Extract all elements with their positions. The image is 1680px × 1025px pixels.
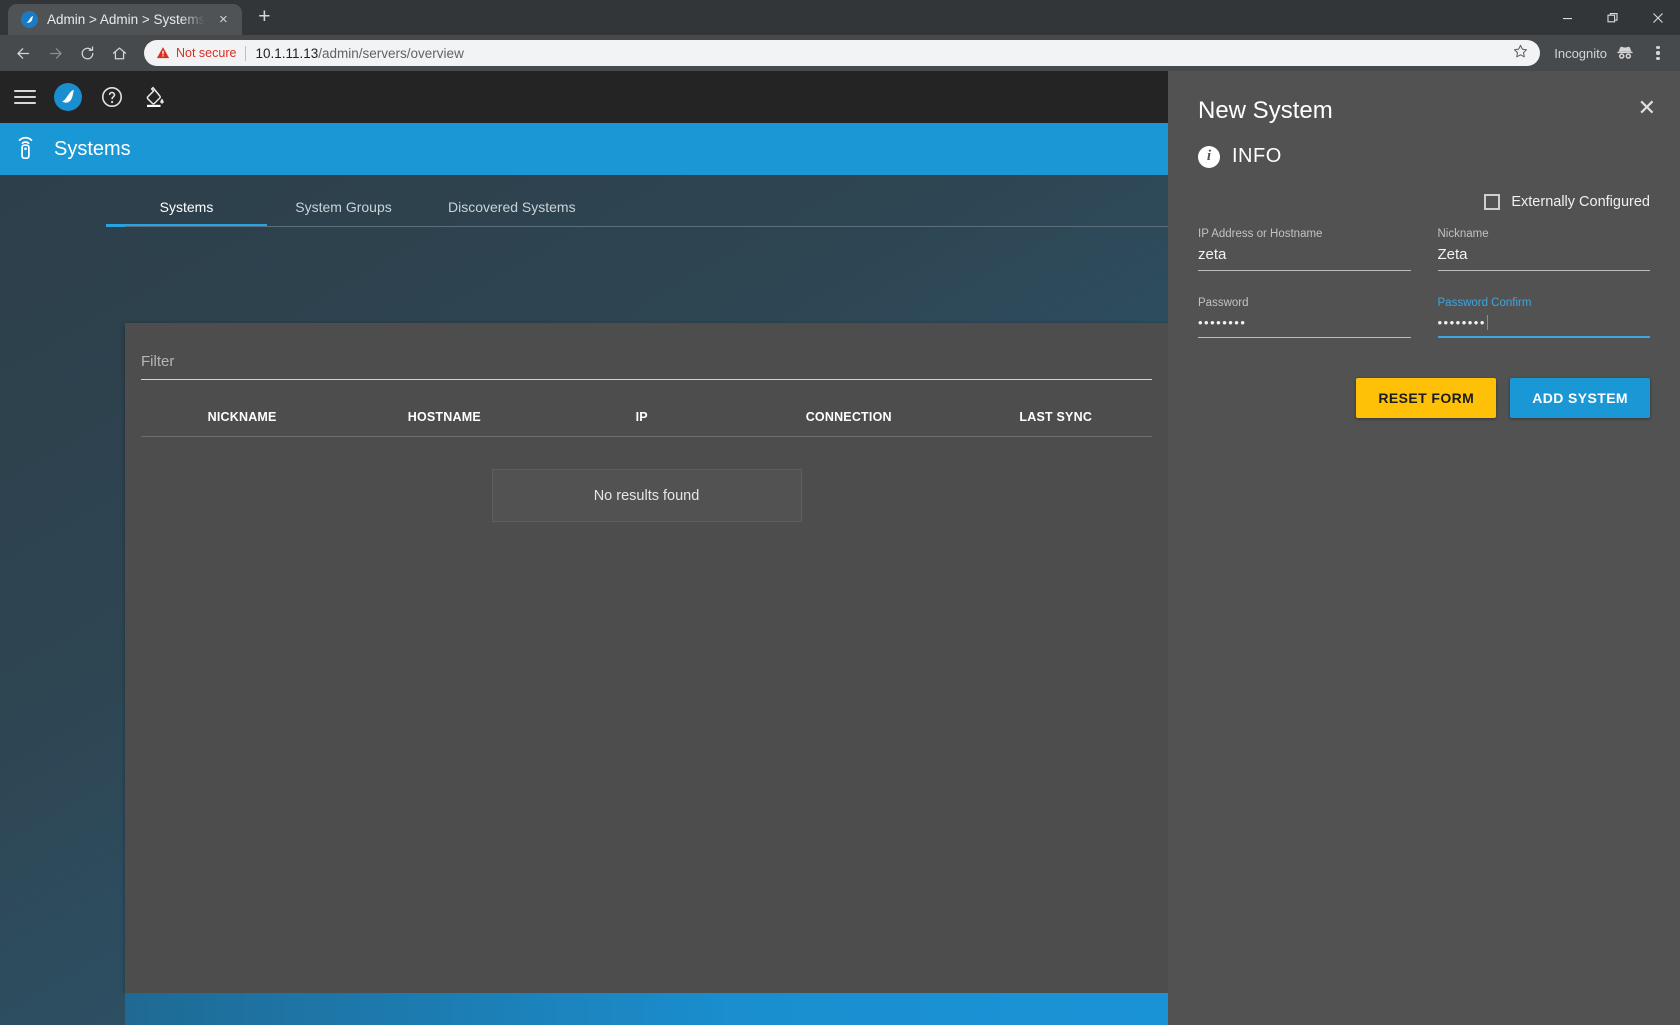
window-minimize-button[interactable] [1545,0,1590,35]
close-icon[interactable]: ✕ [1638,97,1656,119]
ip-or-hostname-input[interactable] [1198,246,1411,271]
new-tab-button[interactable]: + [249,3,279,33]
back-button[interactable] [8,38,38,68]
drawer-section-header: i INFO [1198,145,1650,168]
incognito-label: Incognito [1554,45,1607,61]
brand-logo-icon[interactable] [54,83,82,111]
drawer-section-label: INFO [1232,145,1282,167]
nickname-input[interactable] [1437,246,1650,271]
security-label: Not secure [176,46,237,60]
browser-toolbar: Not secure 10.1.11.13/admin/servers/over… [0,35,1680,71]
column-header-last-sync[interactable]: LAST SYNC [959,410,1152,424]
add-system-button[interactable]: ADD SYSTEM [1510,378,1650,418]
new-system-form: IP Address or Hostname Nickname Password… [1198,228,1650,338]
password-input[interactable]: •••••••• [1198,315,1411,338]
column-header-ip[interactable]: IP [545,410,738,424]
bottom-accent-bar [125,993,1168,1025]
password-confirm-value: •••••••• [1437,315,1486,330]
field-password-confirm: Password Confirm •••••••• [1437,297,1650,338]
field-label-password: Password [1198,297,1249,309]
help-circle-icon[interactable] [100,85,124,109]
incognito-indicator[interactable]: Incognito [1550,42,1642,64]
filter-row [125,323,1168,380]
kebab-dot [1656,51,1660,55]
empty-state-message: No results found [491,469,802,522]
content-tabs: Systems System Groups Discovered Systems [0,175,1168,227]
paint-fill-icon[interactable] [142,85,166,109]
password-confirm-input[interactable]: •••••••• [1437,315,1650,338]
field-label-ip-or-hostname: IP Address or Hostname [1198,228,1323,240]
externally-configured-label: Externally Configured [1511,194,1650,210]
text-caret [1486,315,1488,330]
tab-title: Admin > Admin > Systems [47,12,206,27]
field-password: Password •••••••• [1198,297,1411,338]
tab-strip: Admin > Admin > Systems × + [0,0,279,35]
window-controls [1545,0,1680,35]
tab-discovered-systems[interactable]: Discovered Systems [448,199,576,227]
browser-tab[interactable]: Admin > Admin > Systems × [8,4,243,35]
warning-triangle-icon [156,47,170,59]
star-icon[interactable] [1513,44,1528,63]
drawer-actions: RESET FORM ADD SYSTEM [1198,378,1650,418]
home-button[interactable] [104,38,134,68]
field-label-password-confirm: Password Confirm [1437,297,1532,309]
column-header-hostname[interactable]: HOSTNAME [343,410,545,424]
security-indicator[interactable]: Not secure [156,46,245,60]
url-text: 10.1.11.13/admin/servers/overview [255,46,463,61]
app-viewport: Systems Systems System Groups Discovered… [0,71,1680,1025]
table-header-row: NICKNAME HOSTNAME IP CONNECTION LAST SYN… [141,410,1152,437]
window-close-button[interactable] [1635,0,1680,35]
new-system-drawer: New System ✕ i INFO Externally Configure… [1168,71,1680,1025]
page-header: Systems [0,123,1168,175]
browser-menu-button[interactable] [1644,39,1672,67]
externally-configured-checkbox[interactable] [1484,194,1501,210]
url-path: /admin/servers/overview [318,45,464,61]
page-title: Systems [54,137,131,160]
remote-control-icon [14,134,38,165]
hamburger-menu-icon[interactable] [14,90,36,104]
tab-favicon-icon [21,11,38,28]
forward-button[interactable] [40,38,70,68]
tab-systems[interactable]: Systems [106,199,267,227]
kebab-dot [1656,45,1660,49]
url-host: 10.1.11.13 [255,45,319,61]
reset-form-button[interactable]: RESET FORM [1356,378,1497,418]
filter-input[interactable] [141,351,1152,380]
field-ip-or-hostname: IP Address or Hostname [1198,228,1411,271]
address-bar[interactable]: Not secure 10.1.11.13/admin/servers/over… [144,40,1541,66]
omnibox-divider [245,45,247,61]
tab-system-groups[interactable]: System Groups [291,199,396,227]
drawer-title: New System [1198,97,1333,124]
reload-button[interactable] [72,38,102,68]
main-content: Systems System Groups Discovered Systems… [0,175,1168,1025]
externally-configured-row[interactable]: Externally Configured [1198,194,1650,210]
incognito-icon [1617,46,1633,59]
kebab-dot [1656,57,1660,61]
systems-card: NICKNAME HOSTNAME IP CONNECTION LAST SYN… [125,323,1168,993]
column-header-nickname[interactable]: NICKNAME [141,410,343,424]
field-nickname: Nickname [1437,228,1650,271]
window-restore-button[interactable] [1590,0,1635,35]
browser-titlebar: Admin > Admin > Systems × + [0,0,1680,35]
info-icon: i [1198,145,1220,168]
column-header-connection[interactable]: CONNECTION [738,410,959,424]
tabs-underline [125,226,1168,227]
tab-close-icon[interactable]: × [214,12,232,27]
field-label-nickname: Nickname [1437,228,1489,240]
